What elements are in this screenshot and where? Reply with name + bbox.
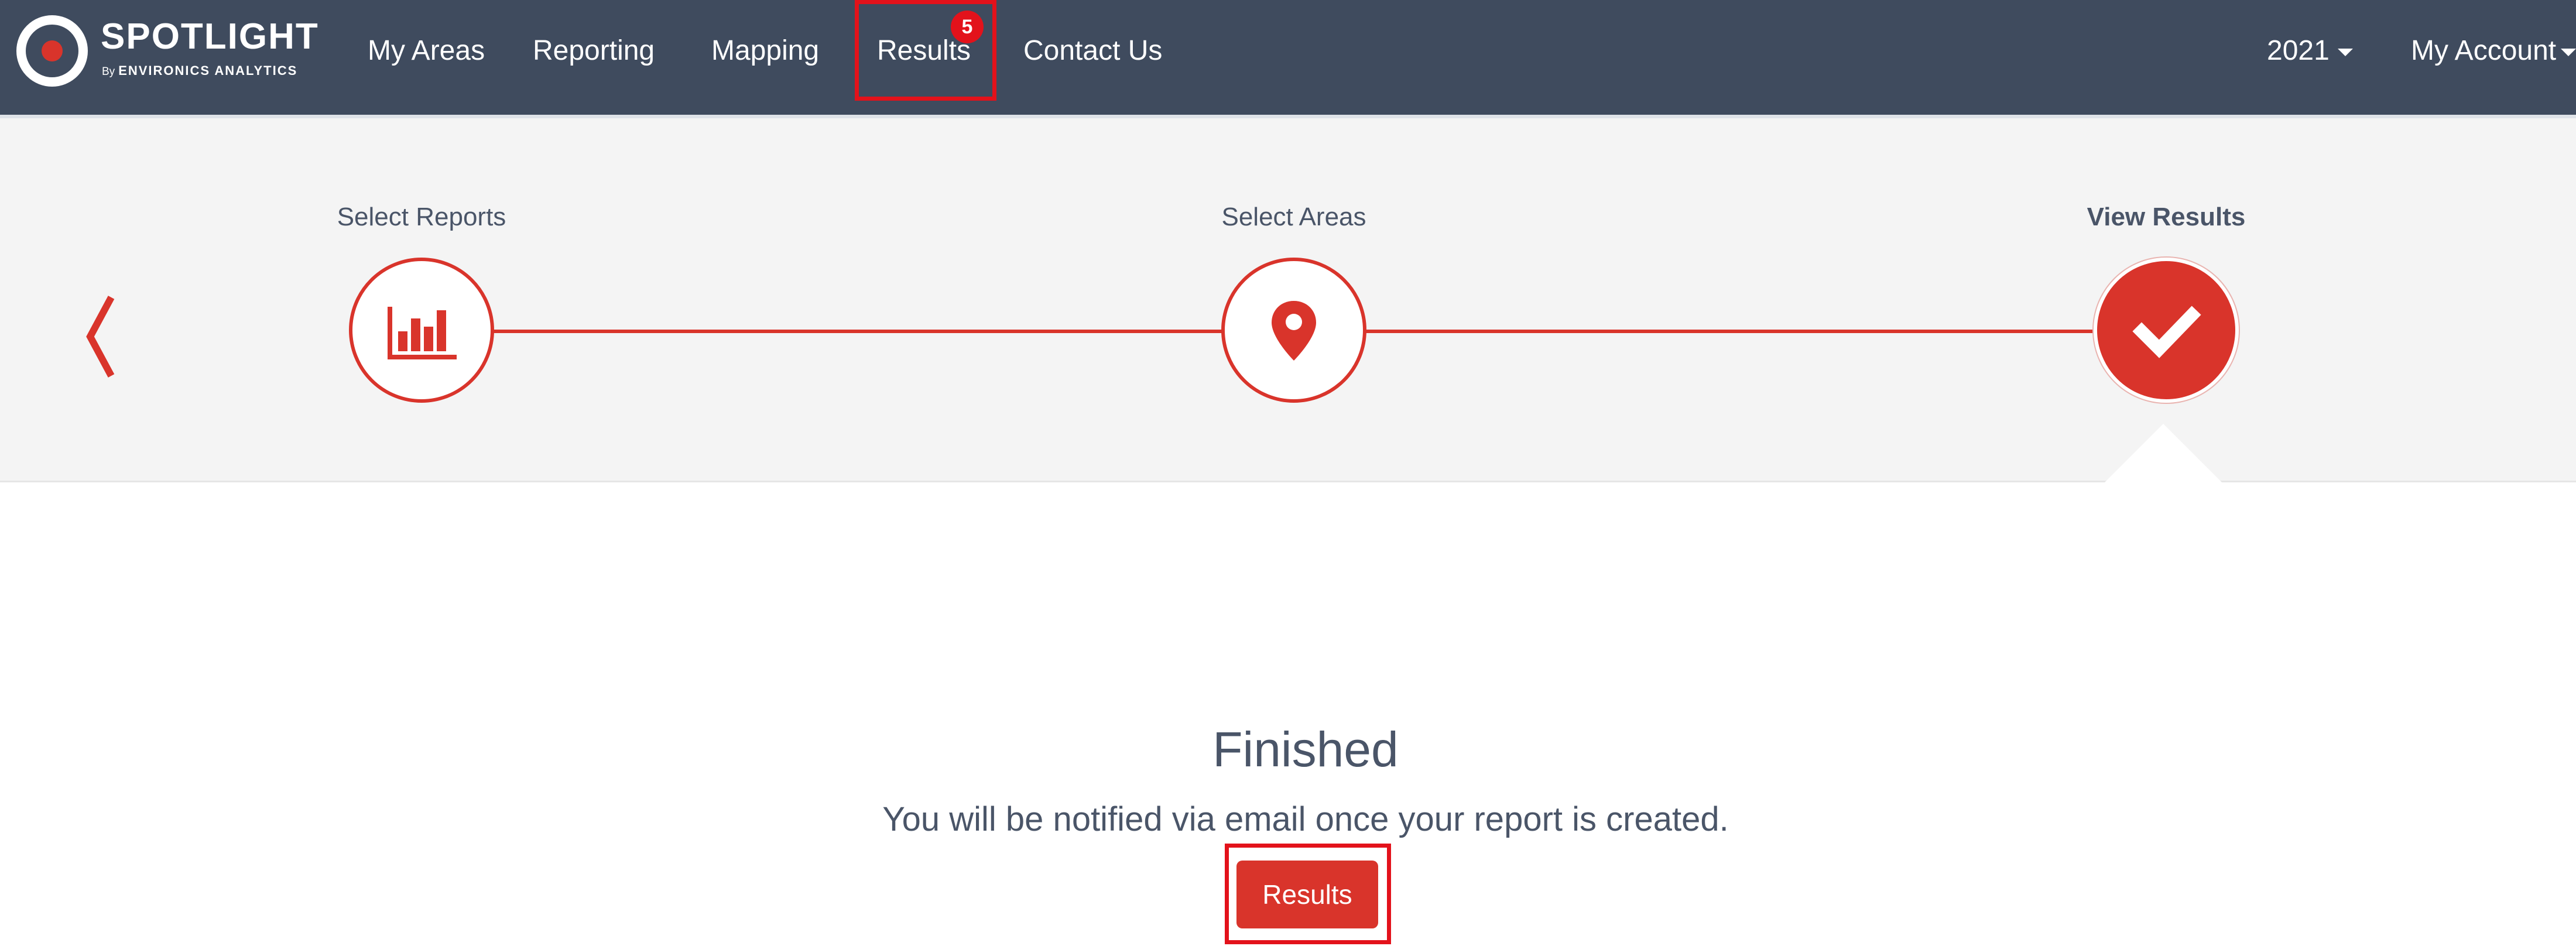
results-count-badge: 5: [951, 11, 984, 43]
account-label: My Account: [2411, 35, 2557, 66]
top-navbar: SPOTLIGHT By ENVIRONICS ANALYTICS My Area…: [0, 0, 2576, 115]
check-icon: [2132, 306, 2201, 358]
results-button[interactable]: Results: [1236, 861, 1378, 928]
brand-subtitle: By ENVIRONICS ANALYTICS: [102, 63, 298, 78]
nav-reporting[interactable]: Reporting: [533, 33, 655, 69]
active-step-pointer: [2105, 424, 2222, 482]
bar-chart-icon: [388, 307, 457, 359]
nav-mapping[interactable]: Mapping: [711, 33, 819, 69]
spotlight-logo[interactable]: SPOTLIGHT By ENVIRONICS ANALYTICS: [16, 15, 318, 88]
map-pin-icon: [1272, 301, 1316, 361]
step-view-results[interactable]: [2094, 258, 2239, 403]
step-select-areas[interactable]: [1221, 258, 1366, 403]
caret-down-icon: [2337, 48, 2353, 56]
caret-down-icon: [2561, 48, 2576, 56]
step-connector: [1365, 330, 2095, 333]
my-account-dropdown[interactable]: My Account: [2411, 33, 2576, 69]
step-select-reports[interactable]: [349, 258, 494, 403]
step-label-view-results: View Results: [2087, 203, 2246, 231]
back-chevron-icon[interactable]: [82, 293, 123, 381]
logo-ring-icon: [16, 15, 88, 87]
email-notice: You will be notified via email once your…: [882, 800, 1729, 838]
step-connector: [493, 330, 1222, 333]
step-label-select-areas: Select Areas: [1221, 203, 1366, 231]
finished-heading: Finished: [1212, 722, 1399, 777]
brand-name: SPOTLIGHT: [101, 16, 319, 57]
nav-my-areas[interactable]: My Areas: [368, 33, 485, 69]
year-dropdown[interactable]: 2021: [2267, 33, 2353, 69]
nav-contact-us[interactable]: Contact Us: [1023, 33, 1162, 69]
year-value: 2021: [2267, 35, 2330, 66]
step-label-select-reports: Select Reports: [337, 203, 506, 231]
